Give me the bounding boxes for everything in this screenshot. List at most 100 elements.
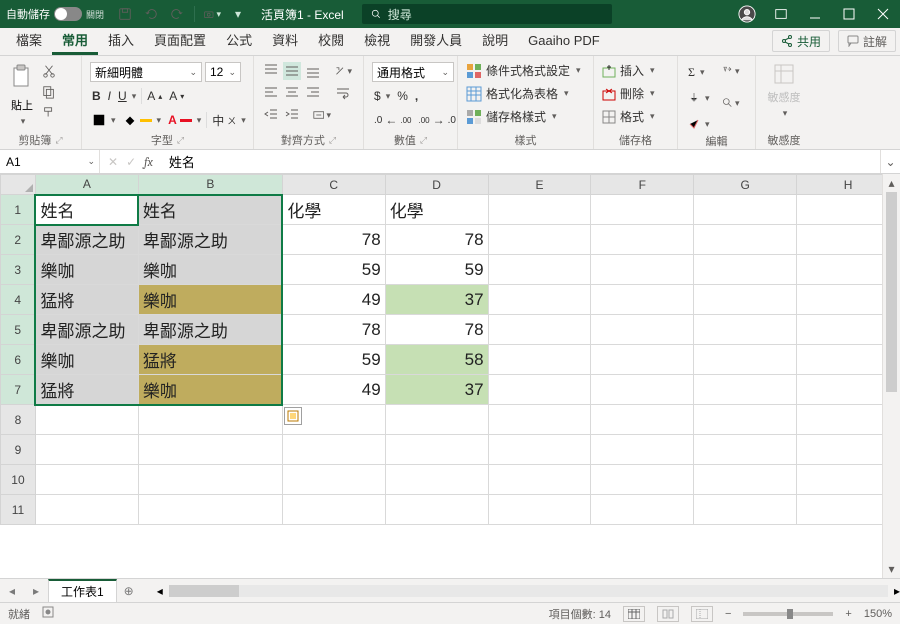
vertical-scrollbar[interactable]: ▴ ▾ xyxy=(882,174,900,578)
merge-center-icon[interactable]: ▾ xyxy=(313,106,331,124)
phonetic-icon[interactable]: 中ㄨ▾ xyxy=(210,110,248,130)
comma-icon[interactable]: , xyxy=(413,86,420,106)
column-header[interactable]: E xyxy=(488,175,591,195)
format-as-table-button[interactable]: 格式化為表格▾ xyxy=(466,85,569,102)
cell[interactable] xyxy=(797,225,882,255)
cell[interactable] xyxy=(138,495,282,525)
column-header[interactable]: C xyxy=(282,175,385,195)
cell[interactable] xyxy=(797,255,882,285)
cell[interactable]: 猛將 xyxy=(35,375,138,405)
cell[interactable] xyxy=(694,495,797,525)
tab-檔案[interactable]: 檔案 xyxy=(6,27,52,55)
cell[interactable]: 78 xyxy=(385,315,488,345)
cell[interactable] xyxy=(591,255,694,285)
italic-button[interactable]: I xyxy=(106,86,113,106)
cell[interactable] xyxy=(591,495,694,525)
cell[interactable] xyxy=(138,465,282,495)
comments-button[interactable]: 註解 xyxy=(838,30,896,52)
fx-icon[interactable]: fx xyxy=(144,155,153,169)
cell[interactable] xyxy=(488,255,591,285)
view-page-break-icon[interactable] xyxy=(691,606,713,622)
column-header[interactable]: G xyxy=(694,175,797,195)
underline-button[interactable]: U▾ xyxy=(116,86,138,106)
cell[interactable] xyxy=(694,465,797,495)
fill-icon[interactable]: ▾ xyxy=(686,88,712,108)
view-page-layout-icon[interactable] xyxy=(657,606,679,622)
qat-customize-icon[interactable]: ▾ xyxy=(229,5,247,23)
share-button[interactable]: 共用 xyxy=(772,30,830,52)
format-cells-button[interactable]: 格式▾ xyxy=(602,108,655,125)
cell[interactable] xyxy=(282,495,385,525)
cell[interactable] xyxy=(797,315,882,345)
sheet-tab[interactable]: 工作表1 xyxy=(48,579,117,602)
sheet-nav-prev-icon[interactable]: ◂ xyxy=(0,584,24,598)
add-sheet-icon[interactable]: ⊕ xyxy=(117,584,141,598)
align-middle-icon[interactable] xyxy=(283,62,301,80)
cell[interactable] xyxy=(694,375,797,405)
tab-公式[interactable]: 公式 xyxy=(216,27,262,55)
cell[interactable]: 49 xyxy=(282,285,385,315)
delete-cells-button[interactable]: 刪除▾ xyxy=(602,85,655,102)
cell[interactable]: 卑鄙源之助 xyxy=(35,225,138,255)
row-header[interactable]: 4 xyxy=(1,285,36,315)
cell[interactable] xyxy=(35,405,138,435)
increase-indent-icon[interactable] xyxy=(283,106,301,124)
tab-常用[interactable]: 常用 xyxy=(52,27,98,55)
cell[interactable] xyxy=(591,405,694,435)
cell[interactable]: 49 xyxy=(282,375,385,405)
currency-icon[interactable]: $▾ xyxy=(372,86,392,106)
copy-icon[interactable] xyxy=(40,83,58,101)
cell[interactable] xyxy=(138,435,282,465)
cell[interactable] xyxy=(591,195,694,225)
tab-開發人員[interactable]: 開發人員 xyxy=(400,27,472,55)
zoom-level[interactable]: 150% xyxy=(864,608,892,620)
cell[interactable] xyxy=(591,315,694,345)
cell[interactable]: 樂咖 xyxy=(35,255,138,285)
bold-button[interactable]: B xyxy=(90,86,103,106)
cell[interactable]: 78 xyxy=(282,315,385,345)
formula-input[interactable]: 姓名 xyxy=(161,152,880,171)
decrease-decimal-icon[interactable]: .00→.0 xyxy=(416,110,457,130)
zoom-slider[interactable] xyxy=(743,612,833,616)
tab-校閱[interactable]: 校閱 xyxy=(308,27,354,55)
font-size-select[interactable]: 12⌄ xyxy=(205,62,241,82)
cell[interactable] xyxy=(35,435,138,465)
cell[interactable]: 姓名 xyxy=(35,195,138,225)
tab-說明[interactable]: 說明 xyxy=(472,27,518,55)
cell[interactable] xyxy=(694,405,797,435)
clear-icon[interactable]: ▾ xyxy=(686,114,712,134)
cell[interactable] xyxy=(591,435,694,465)
cell[interactable] xyxy=(385,435,488,465)
decrease-indent-icon[interactable] xyxy=(262,106,280,124)
cell[interactable]: 58 xyxy=(385,345,488,375)
row-header[interactable]: 1 xyxy=(1,195,36,225)
cell[interactable] xyxy=(591,225,694,255)
cell[interactable]: 37 xyxy=(385,375,488,405)
cell-styles-button[interactable]: 儲存格樣式▾ xyxy=(466,108,557,125)
fill-color-icon[interactable]: ▾ xyxy=(121,110,164,130)
cell[interactable]: 樂咖 xyxy=(138,285,282,315)
shrink-font-icon[interactable]: A▾ xyxy=(167,86,186,106)
percent-icon[interactable]: % xyxy=(395,86,410,106)
cell[interactable] xyxy=(488,285,591,315)
align-right-icon[interactable] xyxy=(304,84,322,102)
autosum-icon[interactable]: Σ▾ xyxy=(686,62,712,82)
cell[interactable] xyxy=(282,465,385,495)
view-normal-icon[interactable] xyxy=(623,606,645,622)
enter-formula-icon[interactable]: ✓ xyxy=(126,155,136,169)
zoom-out-icon[interactable]: − xyxy=(725,608,731,620)
search-box[interactable]: 搜尋 xyxy=(362,4,612,24)
sheet-nav-next-icon[interactable]: ▸ xyxy=(24,584,48,598)
cell[interactable] xyxy=(488,435,591,465)
cell[interactable] xyxy=(694,315,797,345)
align-left-icon[interactable] xyxy=(262,84,280,102)
column-header[interactable]: D xyxy=(385,175,488,195)
cell[interactable] xyxy=(694,435,797,465)
cell[interactable] xyxy=(591,345,694,375)
cell[interactable]: 化學 xyxy=(385,195,488,225)
cell[interactable]: 78 xyxy=(385,225,488,255)
column-header[interactable]: B xyxy=(138,175,282,195)
cell[interactable] xyxy=(694,255,797,285)
redo-icon[interactable] xyxy=(168,5,186,23)
sort-filter-icon[interactable]: ▾ xyxy=(722,62,740,80)
